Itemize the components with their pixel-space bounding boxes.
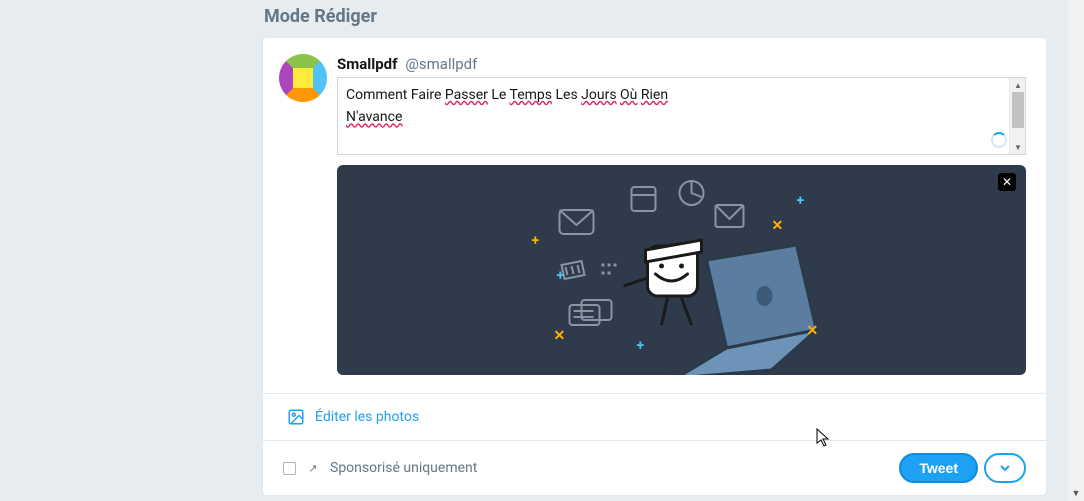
tweet-dropdown-button[interactable]: [984, 453, 1026, 483]
scroll-down-arrow-icon[interactable]: ▼: [1010, 140, 1026, 154]
preview-illustration: + ✕ ✕ ✕ + + +: [337, 165, 1026, 375]
mode-title: Mode Rédiger: [264, 6, 1047, 27]
svg-text:+: +: [532, 233, 540, 249]
media-preview: ✕: [337, 165, 1026, 375]
compose-textbox[interactable]: Comment Faire Passer Le Temps Les Jours …: [338, 78, 1009, 154]
svg-text:✕: ✕: [554, 328, 566, 344]
sponsored-label: Sponsorisé uniquement: [330, 460, 477, 476]
sponsored-checkbox[interactable]: [283, 462, 296, 475]
promote-arrow-icon: ↗: [306, 461, 320, 475]
tweet-button[interactable]: Tweet: [899, 453, 978, 483]
chevron-down-icon: [999, 462, 1011, 474]
svg-text:+: +: [557, 268, 565, 284]
svg-text:+: +: [637, 338, 645, 354]
compose-text: Passer: [445, 87, 488, 103]
scroll-thumb[interactable]: [1012, 92, 1024, 128]
compose-text: https://smallpdf.com/fr/blog/comment-fai…: [346, 151, 1001, 154]
compose-text: Où: [620, 87, 637, 103]
image-icon: [287, 408, 305, 426]
textbox-scrollbar[interactable]: ▲ ▼: [1009, 78, 1025, 154]
page-scrollbar[interactable]: ▼: [1068, 0, 1084, 501]
compose-text: Le: [488, 87, 510, 103]
compose-card: Smallpdf @smallpdf Comment Faire Passer …: [262, 37, 1047, 496]
loading-spinner-icon: [991, 132, 1007, 148]
author-row: Smallpdf @smallpdf: [337, 54, 1026, 73]
compose-text: Rien: [641, 87, 668, 103]
compose-textbox-wrap: Comment Faire Passer Le Temps Les Jours …: [337, 77, 1026, 155]
compose-text: Jours: [581, 87, 616, 103]
compose-text: N'avance: [346, 109, 402, 125]
author-name: Smallpdf: [337, 55, 397, 73]
compose-text: Les: [552, 87, 581, 103]
scroll-down-arrow-icon[interactable]: ▼: [1068, 485, 1084, 501]
compose-text: Temps: [510, 87, 552, 103]
edit-photos-label: Éditer les photos: [315, 409, 419, 425]
svg-text:✕: ✕: [772, 218, 784, 234]
svg-text:✕: ✕: [807, 323, 819, 339]
compose-text: Comment Faire: [346, 87, 445, 103]
remove-media-button[interactable]: ✕: [998, 173, 1016, 191]
svg-text:+: +: [797, 193, 805, 209]
edit-photos-button[interactable]: Éditer les photos: [263, 394, 1046, 440]
author-handle: @smallpdf: [405, 55, 477, 73]
scroll-up-arrow-icon[interactable]: ▲: [1010, 78, 1026, 92]
avatar: [279, 54, 327, 102]
